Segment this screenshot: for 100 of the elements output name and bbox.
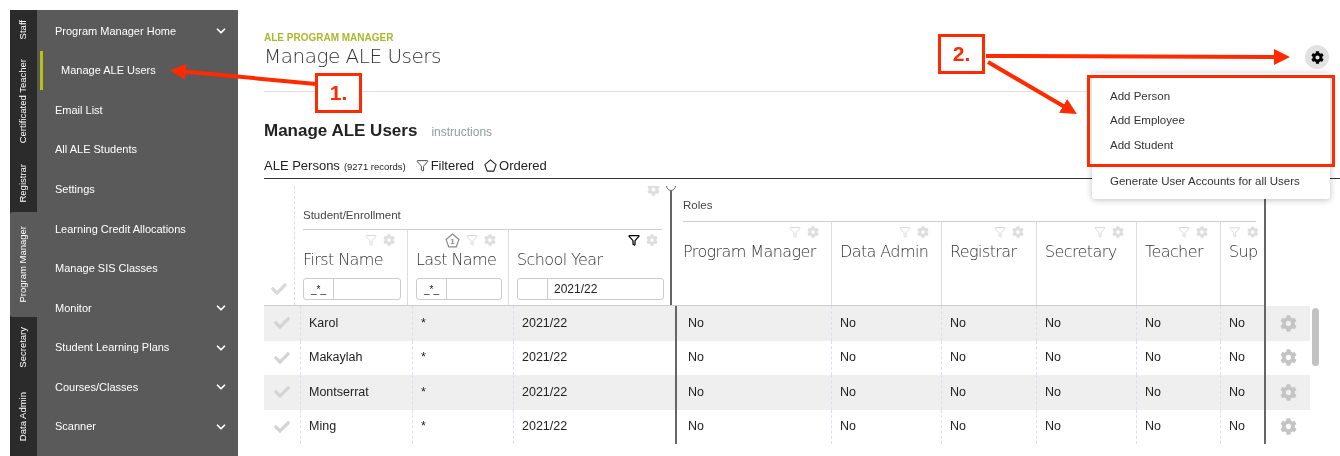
settings-button[interactable] xyxy=(1305,45,1329,69)
vertical-tab[interactable]: Program Manager xyxy=(10,212,37,317)
row-check-icon[interactable] xyxy=(274,418,290,435)
page-eyebrow: ALE PROGRAM MANAGER xyxy=(264,32,395,44)
table-cell-text: No xyxy=(1145,349,1161,367)
filter-icon[interactable] xyxy=(628,234,640,246)
column-settings-icon[interactable] xyxy=(1246,226,1258,238)
table-cell-text: Montserrat xyxy=(309,383,369,401)
filtered-toggle[interactable]: Filtered xyxy=(415,155,474,175)
filter-operator[interactable]: _*_ xyxy=(424,281,439,297)
table-cell-text: No xyxy=(1045,383,1061,401)
table-cell-text: No xyxy=(1045,349,1061,367)
column-settings-icon[interactable] xyxy=(807,226,819,238)
column-header[interactable]: Secretary xyxy=(1045,240,1130,264)
table-cell-text: No xyxy=(1229,349,1245,367)
filter-field[interactable]: _*_ xyxy=(303,278,401,300)
menu-item[interactable]: All ALE Students xyxy=(37,129,238,170)
settings-icon xyxy=(1310,50,1324,64)
filter-icon xyxy=(415,158,429,172)
column-settings-icon[interactable] xyxy=(646,234,658,246)
record-count: (9271 records) xyxy=(343,159,406,174)
table-cell-text: No xyxy=(688,349,704,367)
table-cell-text: No xyxy=(840,349,856,367)
dropdown-item[interactable]: Generate User Accounts for all Users xyxy=(1092,166,1330,197)
filter-value: 2021/22 xyxy=(553,281,599,298)
table-cell-text: No xyxy=(840,383,856,401)
group-header: Student/Enrollment xyxy=(303,207,401,223)
column-header[interactable]: School Year xyxy=(517,248,664,272)
filter-field[interactable]: _*_ xyxy=(416,278,502,300)
filter-field[interactable]: 2021/22 xyxy=(517,278,664,300)
menu-item[interactable]: Courses/Classes xyxy=(37,367,238,407)
menu-item[interactable]: Manage ALE Users xyxy=(40,50,238,91)
table-cell-text: Karol xyxy=(309,314,339,332)
list-title: ALE Persons xyxy=(264,156,340,175)
row-check-icon[interactable] xyxy=(274,349,290,366)
dropdown-item[interactable]: Add Person xyxy=(1090,84,1332,109)
table-cell-text: Makaylah xyxy=(309,349,363,367)
table-cell-text: No xyxy=(950,314,966,332)
table-cell-text: 2021/22 xyxy=(522,314,568,332)
scrollbar-thumb[interactable] xyxy=(1312,308,1319,366)
sort-order-icon xyxy=(445,232,460,248)
column-settings-icon[interactable] xyxy=(1112,226,1124,238)
row-check-icon[interactable] xyxy=(274,384,290,401)
select-all-check-icon[interactable] xyxy=(271,281,287,297)
table-cell-text: No xyxy=(688,418,704,436)
column-settings-icon[interactable] xyxy=(383,234,395,246)
table-cell-text: No xyxy=(1045,314,1061,332)
column-settings-icon[interactable] xyxy=(1012,226,1024,238)
column-header[interactable]: Sup xyxy=(1229,240,1264,264)
sort-icon xyxy=(484,158,497,172)
table-cell-text: * xyxy=(421,383,426,401)
sort-order: 1 xyxy=(450,237,455,246)
filter-operator[interactable]: _*_ xyxy=(311,281,326,297)
table-cell-text: No xyxy=(840,314,856,332)
table-cell-text: No xyxy=(688,383,704,401)
table-cell-text: No xyxy=(1229,383,1245,401)
ordered-toggle[interactable]: Ordered xyxy=(484,155,547,175)
table-cell-text: No xyxy=(1229,418,1245,436)
dropdown-item[interactable]: Add Student xyxy=(1090,133,1332,158)
column-settings-icon[interactable] xyxy=(1196,226,1208,238)
row-settings-icon[interactable] xyxy=(1279,314,1297,332)
menu-item[interactable]: Learning Credit Allocations xyxy=(37,208,238,249)
group-settings-icon[interactable] xyxy=(647,186,660,196)
menu-item[interactable]: Scanner xyxy=(37,406,238,447)
menu-item[interactable]: Monitor xyxy=(37,288,238,328)
table-cell-text: * xyxy=(421,349,426,367)
row-settings-icon[interactable] xyxy=(1279,383,1297,401)
menu-item[interactable]: Student Learning Plans xyxy=(37,327,238,368)
row-check-icon[interactable] xyxy=(274,315,290,332)
dropdown-item[interactable]: Add Employee xyxy=(1090,108,1332,133)
table-cell-text: No xyxy=(1145,314,1161,332)
menu-item[interactable]: Settings xyxy=(37,169,238,209)
column-header[interactable]: Registrar xyxy=(950,240,1030,264)
table-cell-text: No xyxy=(840,418,856,436)
menu-item[interactable]: Email List xyxy=(37,90,238,130)
column-settings-icon[interactable] xyxy=(484,234,496,246)
table-cell-text: No xyxy=(1229,314,1245,332)
table-cell-text: Ming xyxy=(309,418,337,436)
table-cell-text: No xyxy=(1045,418,1061,436)
column-header[interactable]: First Name xyxy=(303,248,401,272)
row-settings-icon[interactable] xyxy=(1279,418,1297,436)
group-header: Roles xyxy=(683,197,713,213)
column-header[interactable]: Last Name xyxy=(416,248,502,272)
table-cell-text: No xyxy=(1145,418,1161,436)
table-cell-text: 2021/22 xyxy=(522,349,568,367)
table-cell-text: No xyxy=(950,418,966,436)
column-header[interactable]: Data Admin xyxy=(840,240,935,264)
column-settings-icon[interactable] xyxy=(917,226,929,238)
menu-item[interactable]: Manage SIS Classes xyxy=(37,248,238,289)
column-header[interactable]: Teacher xyxy=(1145,240,1214,264)
table-cell-text: * xyxy=(421,418,426,436)
table-cell-text: 2021/22 xyxy=(522,418,568,436)
column-header[interactable]: Program Manager xyxy=(683,240,825,264)
row-settings-icon[interactable] xyxy=(1279,349,1297,367)
annotation-label: 1. xyxy=(315,73,362,113)
menu-item[interactable]: Program Manager Home xyxy=(37,11,238,51)
section-title: Manage ALE Users xyxy=(264,120,418,142)
table-cell-text: No xyxy=(688,314,704,332)
table-cell-text: No xyxy=(950,383,966,401)
page-title: Manage ALE Users xyxy=(264,44,441,68)
